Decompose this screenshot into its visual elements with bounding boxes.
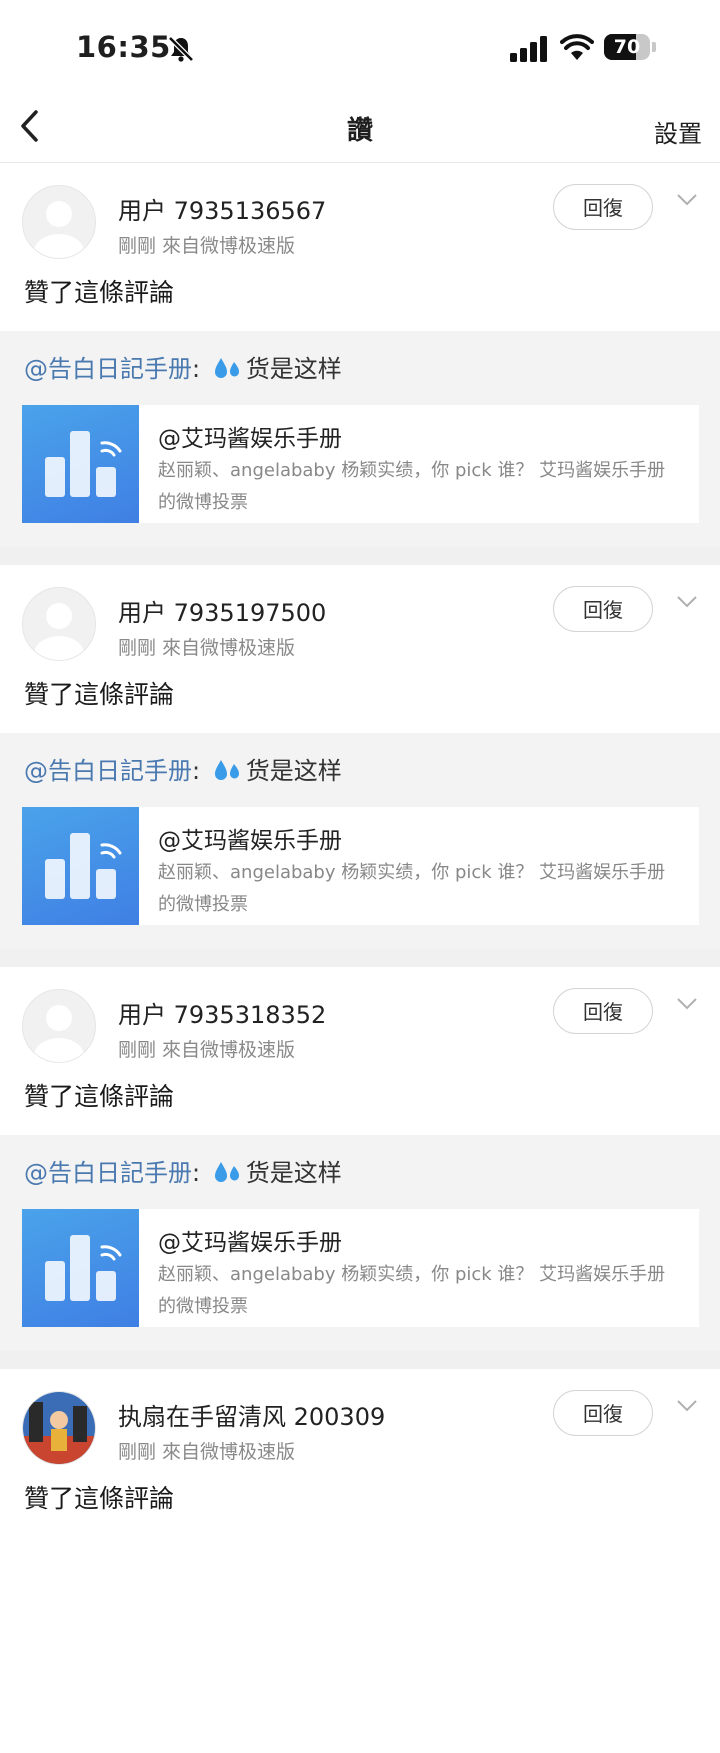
battery-percentage: 70 (613, 36, 641, 58)
notification-card: 用户 7935136567 剛剛 來自微博极速版 回復 贊了這條評論 @告白日記… (0, 163, 720, 547)
reply-button[interactable]: 回復 (553, 184, 653, 230)
status-bar: 16:35 70 (0, 0, 720, 96)
notification-card: 用户 7935318352 剛剛 來自微博极速版 回復 贊了這條評論 @告白日記… (0, 967, 720, 1351)
quoted-comment[interactable]: @告白日記手册: 货是这样 @艾玛酱娱乐手册 赵丽颖、angelababy 杨颖… (0, 1135, 720, 1351)
embed-title: @艾玛酱娱乐手册 (158, 828, 342, 854)
poll-chart-icon (45, 1235, 122, 1301)
divider (0, 949, 720, 967)
chevron-down-icon[interactable] (676, 1399, 698, 1413)
reply-button[interactable]: 回復 (553, 1390, 653, 1436)
username[interactable]: 用户 7935318352 (118, 995, 326, 1030)
action-text: 贊了這條評論 (24, 1082, 175, 1111)
embedded-post-card[interactable]: @艾玛酱娱乐手册 赵丽颖、angelababy 杨颖实绩，你 pick 谁？ 艾… (22, 405, 699, 523)
embedded-post-card[interactable]: @艾玛酱娱乐手册 赵丽颖、angelababy 杨颖实绩，你 pick 谁？ 艾… (22, 807, 699, 925)
embed-title: @艾玛酱娱乐手册 (158, 426, 342, 452)
sweat-droplets-emoji-icon (214, 358, 239, 378)
bell-muted-icon (168, 36, 194, 62)
cellular-signal-icon (510, 36, 547, 62)
like-notification-list: 用户 7935136567 剛剛 來自微博极速版 回復 贊了這條評論 @告白日記… (0, 163, 720, 1753)
quoted-text: 货是这样 (245, 355, 342, 383)
reply-button[interactable]: 回復 (553, 586, 653, 632)
chevron-down-icon[interactable] (676, 595, 698, 609)
avatar[interactable] (22, 1391, 96, 1465)
embed-description: 赵丽颖、angelababy 杨颖实绩，你 pick 谁？ 艾玛酱娱乐手册的微博… (158, 862, 666, 915)
clock: 16:35 (76, 30, 171, 64)
mention-link[interactable]: @告白日記手册 (24, 1159, 192, 1187)
poll-thumbnail (22, 405, 139, 523)
timestamp-source: 剛剛 來自微博极速版 (118, 1039, 296, 1061)
action-text: 贊了這條評論 (24, 1484, 175, 1513)
avatar[interactable] (22, 587, 96, 661)
divider (0, 1351, 720, 1369)
username[interactable]: 用户 7935197500 (118, 593, 326, 628)
settings-button[interactable]: 設置 (654, 114, 702, 149)
poll-chart-icon (45, 833, 122, 899)
wifi-icon (560, 34, 594, 60)
chevron-down-icon[interactable] (676, 193, 698, 207)
navigation-bar: 讚 設置 (0, 96, 720, 163)
poll-thumbnail (22, 1209, 139, 1327)
action-text: 贊了這條評論 (24, 680, 175, 709)
embed-description: 赵丽颖、angelababy 杨颖实绩，你 pick 谁？ 艾玛酱娱乐手册的微博… (158, 1264, 666, 1317)
quote-separator: : (192, 1159, 208, 1187)
quoted-text: 货是这样 (245, 1159, 342, 1187)
timestamp-source: 剛剛 來自微博极速版 (118, 235, 296, 257)
quoted-comment[interactable]: @告白日記手册: 货是这样 @艾玛酱娱乐手册 赵丽颖、angelababy 杨颖… (0, 331, 720, 547)
poll-chart-icon (45, 431, 122, 497)
notification-card: 执扇在手留清风 200309 剛剛 來自微博极速版 回復 贊了這條評論 (0, 1369, 720, 1753)
avatar[interactable] (22, 185, 96, 259)
battery-indicator: 70 (604, 34, 658, 62)
quote-separator: : (192, 757, 208, 785)
embed-title: @艾玛酱娱乐手册 (158, 1230, 342, 1256)
quoted-comment[interactable]: @告白日記手册: 货是这样 @艾玛酱娱乐手册 赵丽颖、angelababy 杨颖… (0, 733, 720, 949)
page-title: 讚 (346, 116, 373, 146)
notification-card: 用户 7935197500 剛剛 來自微博极速版 回復 贊了這條評論 @告白日記… (0, 565, 720, 949)
timestamp-source: 剛剛 來自微博极速版 (118, 1441, 296, 1463)
chevron-down-icon[interactable] (676, 997, 698, 1011)
quoted-text: 货是这样 (245, 757, 342, 785)
embedded-post-card[interactable]: @艾玛酱娱乐手册 赵丽颖、angelababy 杨颖实绩，你 pick 谁？ 艾… (22, 1209, 699, 1327)
sweat-droplets-emoji-icon (214, 1162, 239, 1182)
divider (0, 547, 720, 565)
mention-link[interactable]: @告白日記手册 (24, 757, 192, 785)
username[interactable]: 执扇在手留清风 200309 (118, 1397, 385, 1432)
sweat-droplets-emoji-icon (214, 760, 239, 780)
action-text: 贊了這條評論 (24, 278, 175, 307)
mention-link[interactable]: @告白日記手册 (24, 355, 192, 383)
quote-separator: : (192, 355, 208, 383)
embed-description: 赵丽颖、angelababy 杨颖实绩，你 pick 谁？ 艾玛酱娱乐手册的微博… (158, 460, 666, 513)
username[interactable]: 用户 7935136567 (118, 191, 326, 226)
timestamp-source: 剛剛 來自微博极速版 (118, 637, 296, 659)
avatar[interactable] (22, 989, 96, 1063)
poll-thumbnail (22, 807, 139, 925)
reply-button[interactable]: 回復 (553, 988, 653, 1034)
